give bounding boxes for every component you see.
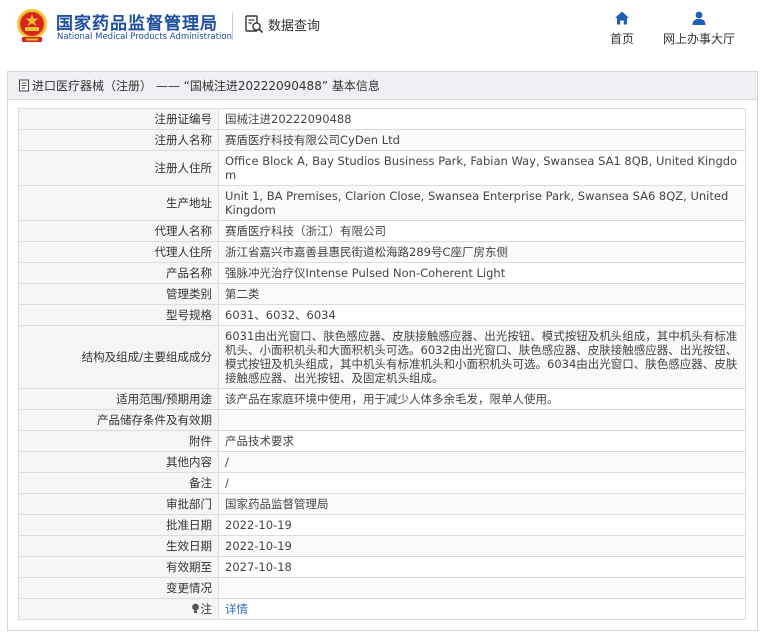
row-value: 强脉冲光治疗仪Intense Pulsed Non-Coherent Light	[218, 262, 746, 284]
table-row: 变更情况	[18, 577, 746, 599]
table-row: 生产地址 Unit 1, BA Premises, Clarion Close, …	[18, 185, 746, 221]
panel-title: 进口医疗器械（注册） —— “国械注进20222090488” 基本信息	[32, 79, 380, 93]
row-label: 有效期至	[18, 556, 219, 578]
table-row: 注册人住所 Office Block A, Bay Studios Busines…	[18, 150, 746, 186]
row-label: 变更情况	[18, 577, 219, 599]
home-icon	[615, 11, 629, 25]
row-value: 国家药品监督管理局	[218, 493, 746, 515]
row-label: 注册人住所	[18, 150, 219, 186]
table-row: 注册人名称 赛盾医疗科技有限公司CyDen Ltd	[18, 129, 746, 151]
row-value: 6031、6032、6034	[218, 304, 746, 326]
site-header: 国家药品监督管理局 National Medical Products Admi…	[0, 0, 760, 62]
row-label: 注册证编号	[18, 108, 219, 130]
note-value-cell: 详情	[218, 598, 746, 620]
row-label: 产品名称	[18, 262, 219, 284]
details-link[interactable]: 详情	[225, 602, 248, 616]
note-label: 注	[200, 602, 213, 616]
row-label: 备注	[18, 472, 219, 494]
row-label: 其他内容	[18, 451, 219, 473]
row-label: 生效日期	[18, 535, 219, 557]
nav-online-hall-label: 网上办事大厅	[662, 32, 735, 46]
row-value: 赛盾医疗科技（浙江）有限公司	[218, 220, 746, 242]
row-value: 产品技术要求	[218, 430, 746, 452]
table-row: 批准日期 2022-10-19	[18, 514, 746, 536]
table-row: 代理人住所 浙江省嘉兴市嘉善县惠民街道松海路289号C座厂房东侧	[18, 241, 746, 263]
table-row: 注册证编号 国械注进20222090488	[18, 108, 746, 130]
table-row: 其他内容 /	[18, 451, 746, 473]
row-value: /	[218, 472, 746, 494]
table-row: 型号规格 6031、6032、6034	[18, 304, 746, 326]
table-row: 备注 /	[18, 472, 746, 494]
nav-home-label: 首页	[609, 32, 634, 46]
row-label: 产品储存条件及有效期	[18, 409, 219, 431]
table-row: 代理人名称 赛盾医疗科技（浙江）有限公司	[18, 220, 746, 242]
row-value: 该产品在家庭环境中使用，用于减少人体多余毛发，限单人使用。	[218, 388, 746, 410]
table-row: 适用范围/预期用途 该产品在家庭环境中使用，用于减少人体多余毛发，限单人使用。	[18, 388, 746, 410]
row-value	[218, 577, 746, 599]
info-table: 注册证编号 国械注进20222090488 注册人名称 赛盾医疗科技有限公司CyDe…	[18, 108, 746, 620]
row-value: 第二类	[218, 283, 746, 305]
table-row: 审批部门 国家药品监督管理局	[18, 493, 746, 515]
row-label: 代理人名称	[18, 220, 219, 242]
note-row: 注 详情	[18, 598, 746, 620]
user-icon	[692, 11, 706, 25]
row-label: 适用范围/预期用途	[18, 388, 219, 410]
row-value: 6031由出光窗口、肤色感应器、皮肤接触感应器、出光按钮、模式按钮及机头组成，其…	[218, 325, 746, 389]
table-row: 产品名称 强脉冲光治疗仪Intense Pulsed Non-Coherent L…	[18, 262, 746, 284]
row-value: 浙江省嘉兴市嘉善县惠民街道松海路289号C座厂房东侧	[218, 241, 746, 263]
row-value: 赛盾医疗科技有限公司CyDen Ltd	[218, 129, 746, 151]
row-value: 2022-10-19	[218, 514, 746, 536]
row-label: 注册人名称	[18, 129, 219, 151]
table-row: 结构及组成/主要组成成分 6031由出光窗口、肤色感应器、皮肤接触感应器、出光按钮…	[18, 325, 746, 389]
nav-online-hall[interactable]: 网上办事大厅	[656, 10, 742, 47]
document-icon	[19, 79, 29, 92]
table-row: 有效期至 2027-10-18	[18, 556, 746, 578]
row-label: 批准日期	[18, 514, 219, 536]
row-label: 代理人住所	[18, 241, 219, 263]
lightbulb-icon	[191, 603, 199, 613]
detail-panel: 进口医疗器械（注册） —— “国械注进20222090488” 基本信息 注册证…	[7, 71, 758, 631]
table-row: 管理类别 第二类	[18, 283, 746, 305]
row-label: 型号规格	[18, 304, 219, 326]
row-value: /	[218, 451, 746, 473]
row-label: 结构及组成/主要组成成分	[18, 325, 219, 389]
row-value: 2027-10-18	[218, 556, 746, 578]
table-row: 附件 产品技术要求	[18, 430, 746, 452]
nav-home[interactable]: 首页	[604, 10, 640, 47]
table-row: 生效日期 2022-10-19	[18, 535, 746, 557]
row-value: Unit 1, BA Premises, Clarion Close, Swan…	[218, 185, 746, 221]
header-divider	[232, 12, 233, 40]
national-emblem-icon	[17, 9, 47, 42]
table-row: 产品储存条件及有效期	[18, 409, 746, 431]
data-query-link[interactable]: 数据查询	[244, 12, 320, 36]
brand-subtitle: National Medical Products Administration	[57, 32, 232, 42]
panel-title-bar: 进口医疗器械（注册） —— “国械注进20222090488” 基本信息	[8, 72, 757, 100]
brand-title: 国家药品监督管理局	[56, 14, 218, 34]
row-value: 国械注进20222090488	[218, 108, 746, 130]
note-label-cell: 注	[18, 598, 219, 620]
data-query-label: 数据查询	[268, 18, 321, 34]
row-value: 2022-10-19	[218, 535, 746, 557]
row-label: 管理类别	[18, 283, 219, 305]
row-value: Office Block A, Bay Studios Business Par…	[218, 150, 746, 186]
row-label: 生产地址	[18, 185, 219, 221]
row-label: 附件	[18, 430, 219, 452]
row-value	[218, 409, 746, 431]
row-label: 审批部门	[18, 493, 219, 515]
search-document-icon	[245, 15, 264, 34]
